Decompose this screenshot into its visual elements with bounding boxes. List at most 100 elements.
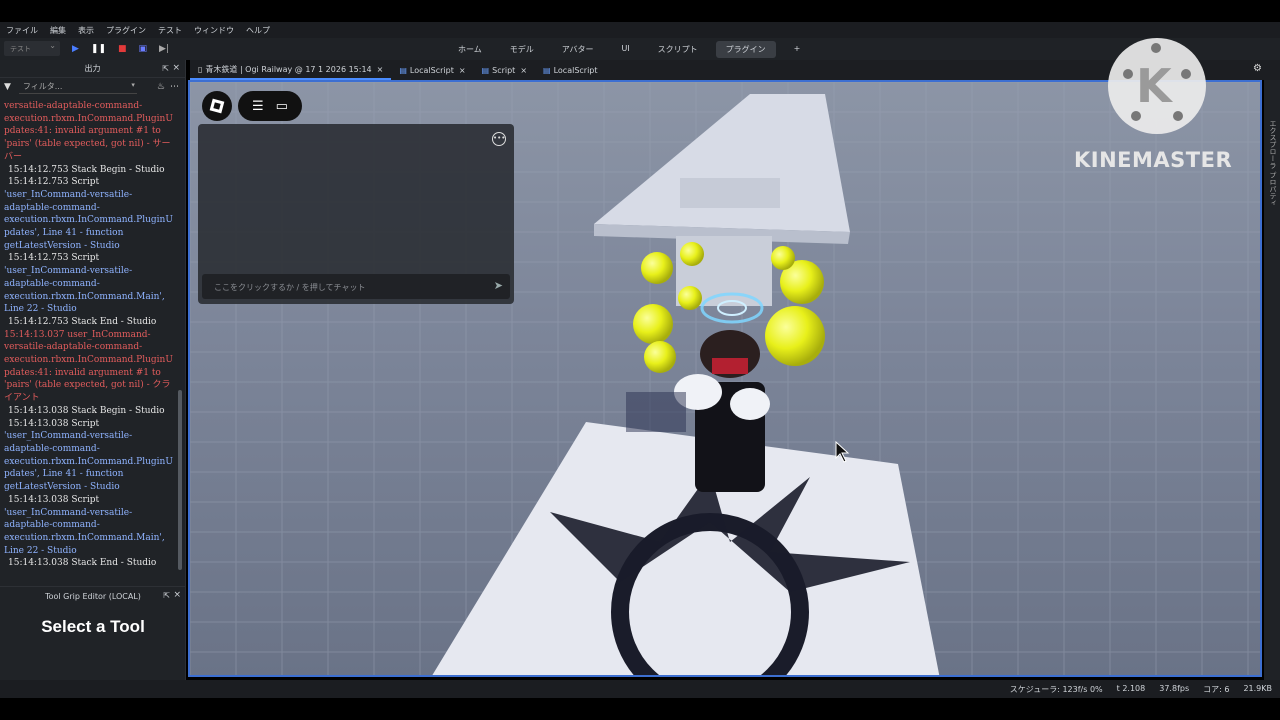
avatar-wing-right: [730, 388, 770, 420]
output-panel-header: 出力 ⇱ ×: [0, 60, 185, 78]
yellow-ball: [644, 341, 676, 373]
output-log[interactable]: versatile-adaptable-command-execution.rb…: [0, 98, 176, 582]
log-line: 'user_InCommand-versatile-: [4, 431, 133, 442]
log-line: バー: [4, 151, 23, 162]
doc-tab-script[interactable]: ▤ Script ×: [474, 60, 535, 80]
log-line: 15:14:13.038 Script: [8, 418, 100, 429]
yellow-ball: [641, 252, 673, 284]
gear-icon[interactable]: ⚙: [1253, 63, 1262, 74]
yellow-ball: [680, 242, 704, 266]
roblox-menu-button[interactable]: [202, 91, 232, 121]
output-panel-title: 出力: [84, 64, 101, 73]
step-icon[interactable]: ▶|: [159, 44, 169, 54]
tab-add[interactable]: +: [784, 41, 811, 58]
doc-tab-label: Script: [492, 65, 516, 75]
log-line: 15:14:12.753 Script: [8, 253, 100, 264]
log-line: 15:14:13.038 Stack End - Studio: [8, 558, 157, 569]
letterbox-bottom: [0, 698, 1280, 720]
client-server-icon[interactable]: ▣: [139, 44, 148, 54]
sidebar: 出力 ⇱ × ▼ フィルタ... ♨ ⋯ versatile-adaptable…: [0, 60, 186, 680]
menu-file[interactable]: ファイル: [6, 25, 38, 36]
kinemaster-watermark: KINEMASTER: [1074, 148, 1233, 172]
toolbar: テスト ▶ ❚❚ ■ ▣ ▶| ホーム モデル アバター UI スクリプト プラ…: [0, 38, 1280, 60]
menu-test[interactable]: テスト: [158, 25, 182, 36]
log-line: 15:14:12.753 Stack End - Studio: [8, 316, 157, 327]
platform-box: [680, 178, 780, 208]
status-cores: コア: 6: [1203, 685, 1230, 694]
script-icon: ▤: [543, 65, 551, 75]
log-line: 15:14:12.753 Script: [8, 177, 100, 188]
log-line: 15:14:13.038 Script: [8, 494, 100, 505]
test-mode-select[interactable]: テスト: [4, 41, 60, 56]
chat-window: ••• ここをクリックするか / を押してチャット ➤: [198, 124, 514, 304]
log-line: pdates', Line 41 - function: [4, 469, 124, 480]
play-icon[interactable]: ▶: [72, 44, 79, 54]
avatar-hair-red: [712, 358, 748, 374]
log-line: adaptable-command-: [4, 520, 100, 531]
tab-plugins[interactable]: プラグイン: [715, 41, 776, 58]
chat-options-icon[interactable]: •••: [492, 132, 506, 146]
scrollbar-thumb[interactable]: [178, 390, 182, 570]
yellow-ball: [771, 246, 795, 270]
status-memory: 21.9KB: [1243, 684, 1272, 693]
log-line: pdates:41: invalid argument #1 to: [4, 367, 161, 378]
filter-icon[interactable]: ▼: [4, 82, 11, 92]
menu-window[interactable]: ウィンドウ: [194, 25, 234, 36]
log-line: execution.rbxm.InCommand.Main',: [4, 291, 165, 302]
tab-model[interactable]: モデル: [500, 41, 544, 58]
log-line: execution.rbxm.InCommand.Main',: [4, 532, 165, 543]
log-line: execution.rbxm.InCommand.PluginU: [4, 215, 173, 226]
hamburger-icon[interactable]: ☰: [252, 99, 264, 114]
clear-output-icon[interactable]: ♨: [157, 82, 165, 92]
filter-row: ▼ フィルタ... ♨ ⋯: [0, 78, 185, 96]
pause-icon[interactable]: ❚❚: [91, 44, 106, 54]
close-icon[interactable]: ×: [520, 66, 527, 75]
tool-grip-title: Tool Grip Editor (LOCAL): [45, 591, 141, 601]
log-line: 15:14:13.038 Stack Begin - Studio: [8, 405, 165, 416]
doc-tab-label: LocalScript: [409, 65, 454, 75]
log-line: 'user_InCommand-versatile-: [4, 507, 133, 518]
more-icon[interactable]: ⋯: [170, 82, 179, 92]
tab-ui[interactable]: UI: [611, 41, 639, 58]
tool-grip-header: Tool Grip Editor (LOCAL) ⇱ ×: [0, 587, 186, 605]
chat-input[interactable]: ここをクリックするか / を押してチャット ➤: [202, 274, 510, 299]
tab-avatar[interactable]: アバター: [552, 41, 604, 58]
log-line: 'pairs' (table expected, got nil) - クラ: [4, 380, 171, 391]
tab-script[interactable]: スクリプト: [648, 41, 708, 58]
menu-help[interactable]: ヘルプ: [246, 25, 270, 36]
stop-icon[interactable]: ■: [118, 44, 127, 54]
log-line: Line 22 - Studio: [4, 545, 77, 556]
close-icon[interactable]: ×: [172, 63, 180, 73]
script-icon: ▤: [399, 65, 407, 75]
close-icon[interactable]: ×: [173, 590, 181, 600]
letterbox-top: [0, 0, 1280, 22]
chat-icon[interactable]: ▭: [276, 99, 288, 114]
status-bar: スケジューラ: 123f/s 0% t 2.108 37.8fps コア: 6 …: [0, 680, 1280, 698]
log-line: pdates:41: invalid argument #1 to: [4, 126, 161, 137]
doc-tab-localscript[interactable]: ▤ LocalScript ×: [391, 60, 473, 80]
log-line: 'user_InCommand-versatile-: [4, 189, 133, 200]
tab-home[interactable]: ホーム: [448, 41, 492, 58]
doc-tab-label: 青木鉄道 | Ogi Railway @ 17 1 2026 15:14: [205, 64, 372, 74]
log-line: 'pairs' (table expected, got nil) - サー: [4, 139, 171, 150]
log-line: adaptable-command-: [4, 278, 100, 289]
filter-input[interactable]: フィルタ...: [18, 81, 137, 94]
send-icon[interactable]: ➤: [494, 279, 503, 292]
dock-side-label[interactable]: エクスプローラ プロパティ: [1268, 120, 1278, 206]
menu-edit[interactable]: 編集: [50, 25, 66, 36]
avatar-shadow: [626, 392, 686, 432]
script-icon: ▤: [481, 65, 490, 75]
menu-view[interactable]: 表示: [78, 25, 94, 36]
pin-icon[interactable]: ⇱: [162, 64, 169, 73]
document-icon: ▯: [198, 64, 203, 74]
log-line: 15:14:12.753 Stack Begin - Studio: [8, 164, 165, 175]
log-line: execution.rbxm.InCommand.PluginU: [4, 355, 173, 366]
log-line: 15:14:13.037 user_InCommand-: [4, 329, 151, 340]
close-icon[interactable]: ×: [459, 66, 466, 75]
pin-icon[interactable]: ⇱: [163, 591, 170, 600]
menu-plugins[interactable]: プラグイン: [106, 25, 146, 36]
yellow-ball: [633, 304, 673, 344]
close-icon[interactable]: ×: [377, 65, 384, 74]
doc-tab-localscript-2[interactable]: ▤ LocalScript: [535, 60, 606, 80]
doc-tab-place[interactable]: ▯ 青木鉄道 | Ogi Railway @ 17 1 2026 15:14 ×: [190, 60, 392, 80]
